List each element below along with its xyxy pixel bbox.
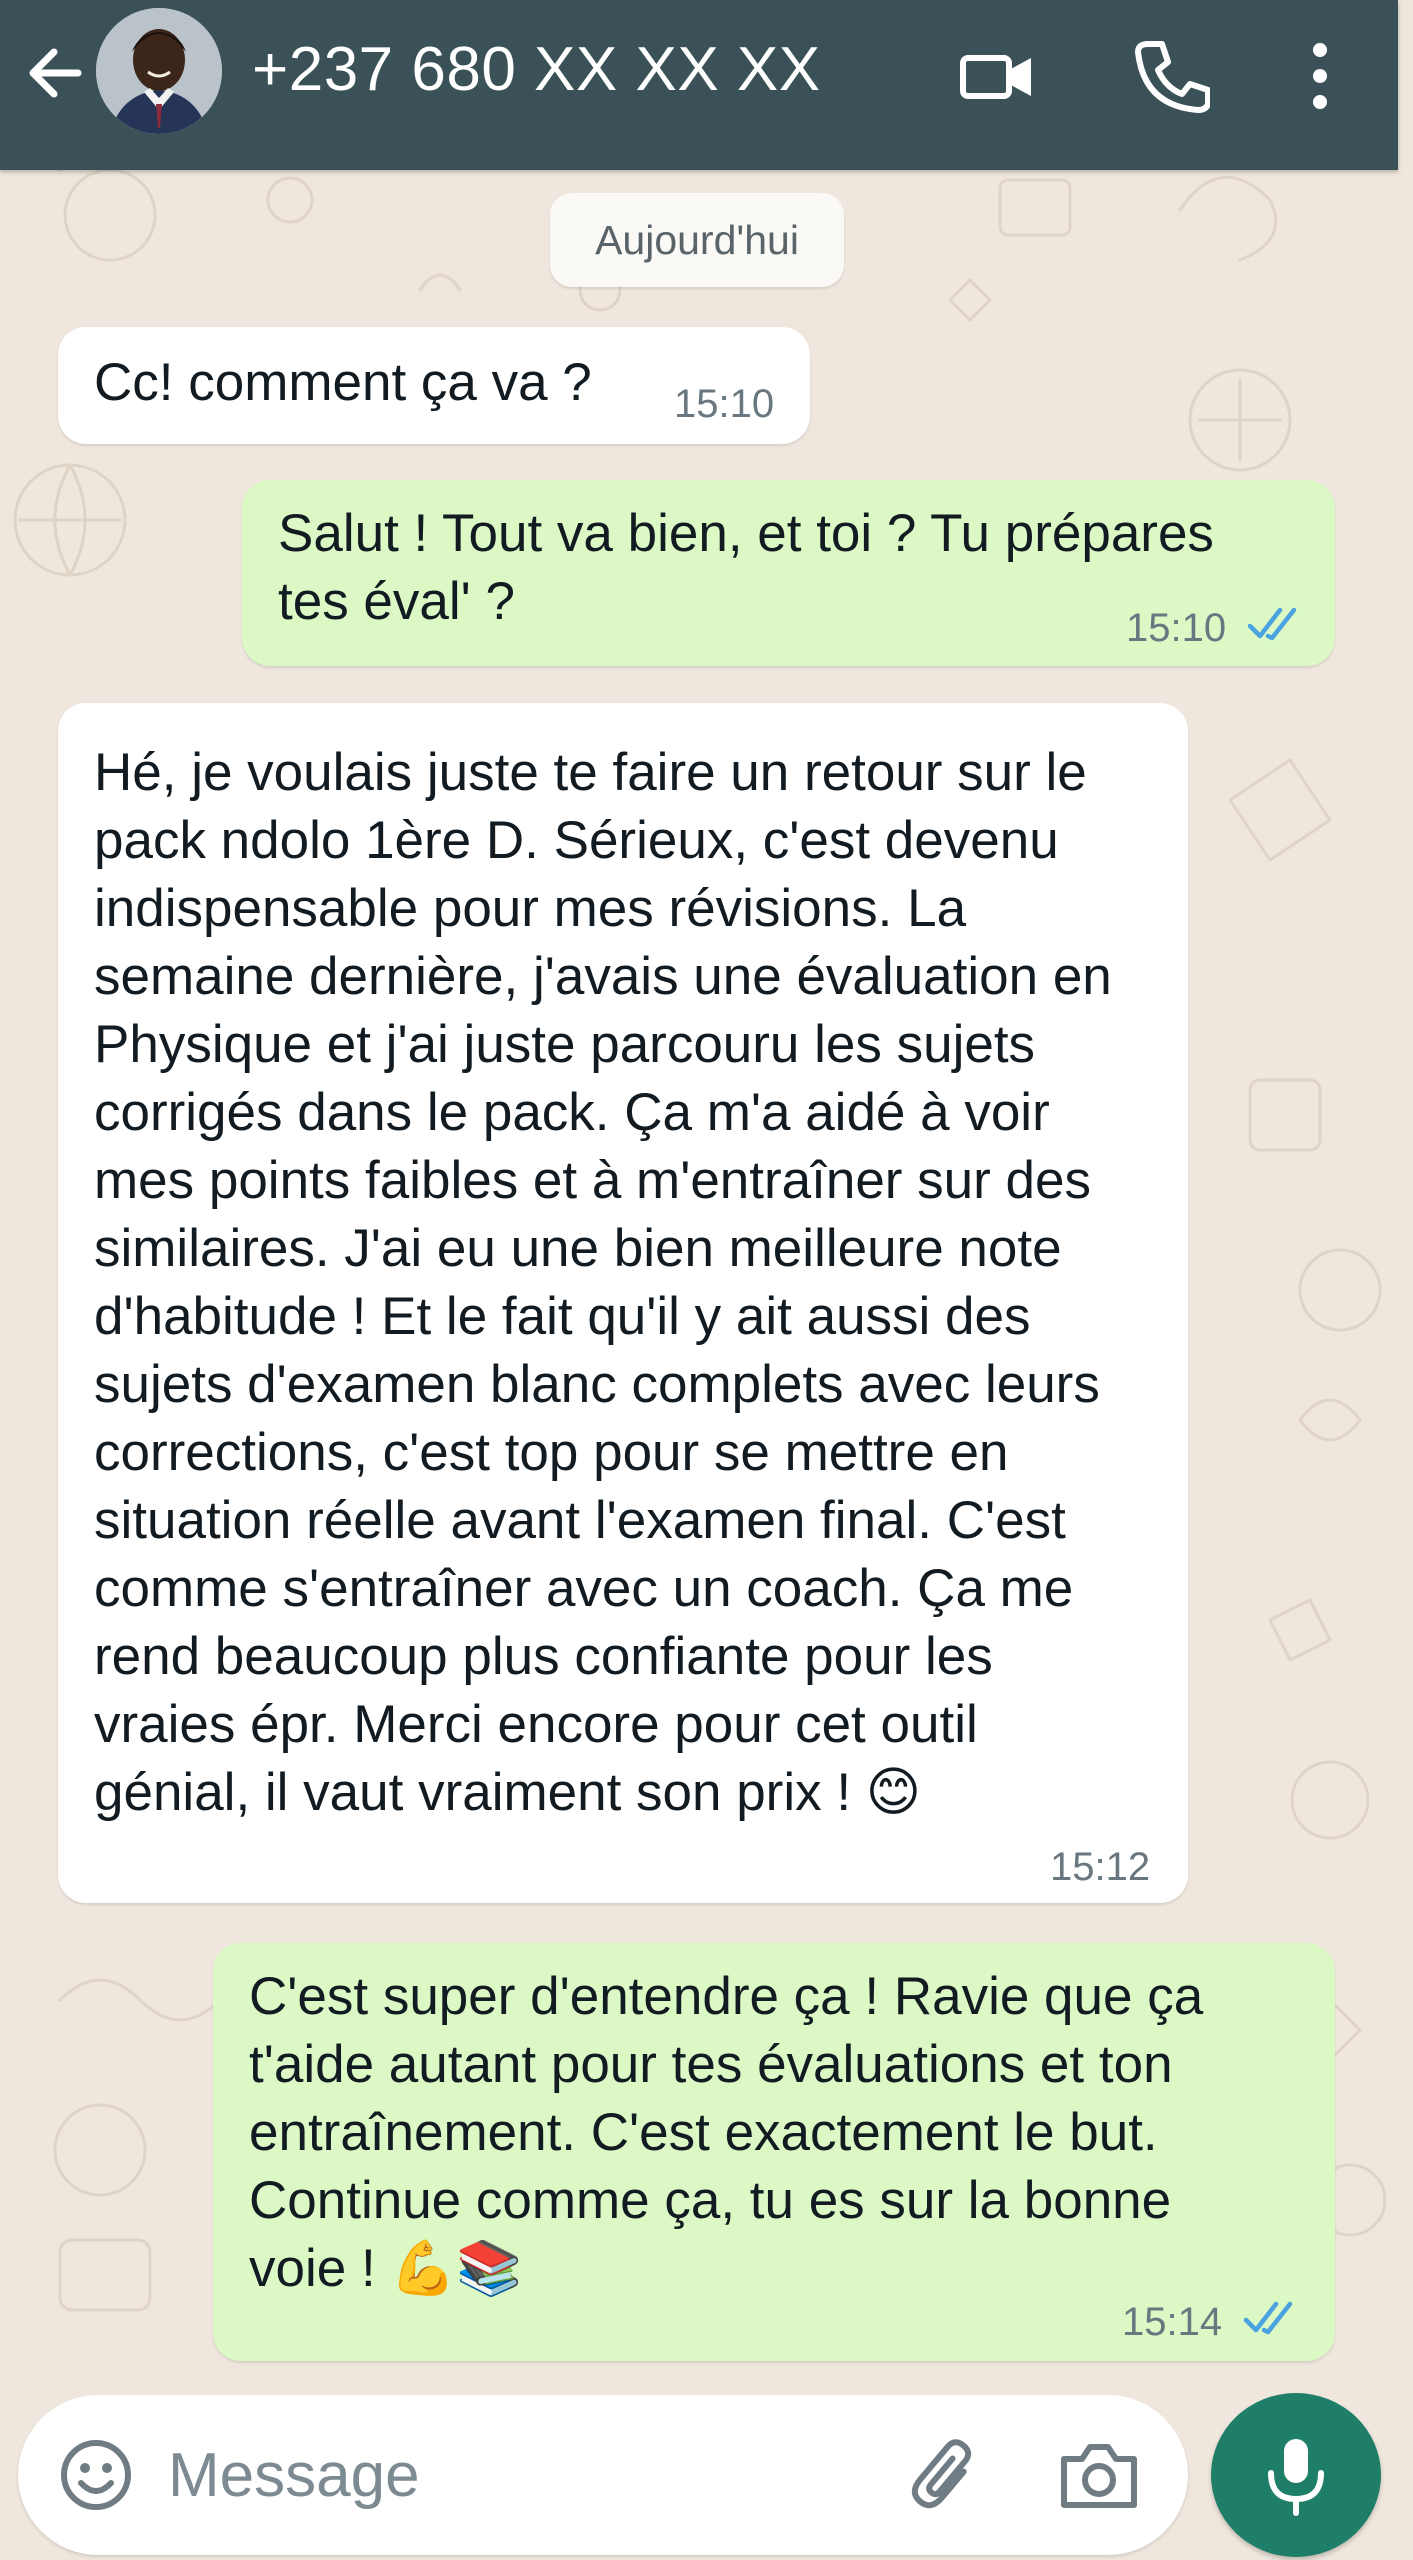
smiley-icon[interactable] (54, 2433, 138, 2517)
message-bubble-incoming[interactable]: Hé, je voulais juste te faire un retour … (58, 703, 1188, 1903)
message-input[interactable] (168, 2435, 888, 2515)
contact-name[interactable]: +237 680 XX XX XX (252, 30, 821, 110)
message-time: 15:10 (674, 382, 775, 426)
avatar-image (96, 8, 222, 134)
read-receipt-icon (1243, 2301, 1293, 2335)
read-receipt-icon (1247, 607, 1297, 641)
phone-icon[interactable] (1130, 36, 1210, 116)
microphone-icon (1268, 2439, 1324, 2516)
arrow-left-icon[interactable] (20, 38, 90, 108)
chat-header: +237 680 XX XX XX (0, 0, 1398, 170)
message-time: 15:14 (1122, 2300, 1223, 2344)
message-time: 15:12 (1050, 1845, 1151, 1889)
more-vertical-icon[interactable] (1280, 36, 1360, 116)
date-separator: Aujourd'hui (550, 193, 844, 287)
message-text: Hé, je voulais juste te faire un retour … (94, 743, 1112, 1822)
video-camera-icon[interactable] (957, 36, 1037, 116)
message-time: 15:10 (1126, 606, 1227, 650)
microphone-button[interactable] (1211, 2393, 1381, 2557)
message-text: C'est super d'entendre ça ! Ravie que ça… (249, 1967, 1204, 2298)
camera-icon[interactable] (1054, 2435, 1144, 2515)
paperclip-icon[interactable] (906, 2433, 990, 2517)
avatar[interactable] (96, 8, 222, 134)
message-text: Cc! comment ça va ? (94, 353, 592, 412)
message-composer (18, 2395, 1188, 2555)
